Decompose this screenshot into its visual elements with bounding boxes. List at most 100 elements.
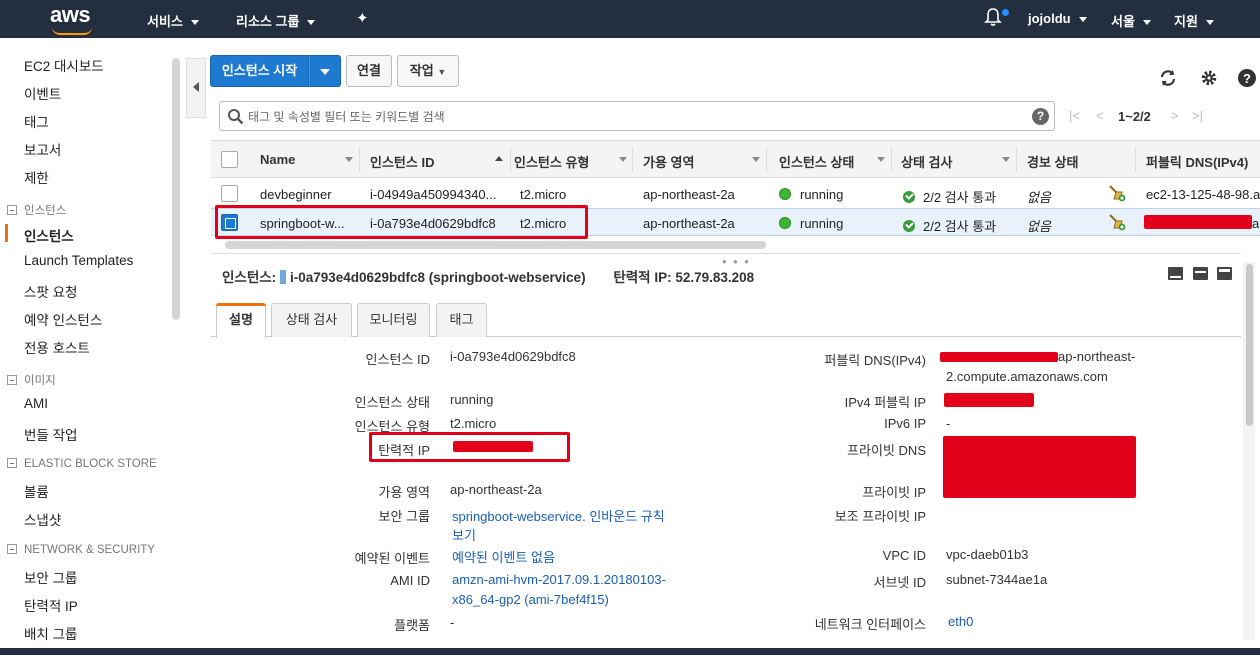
bell-icon[interactable] (984, 7, 1002, 27)
section-label: ELASTIC BLOCK STORE (24, 458, 157, 470)
select-all-checkbox[interactable] (221, 151, 238, 168)
sidebar-section-network-security[interactable]: NETWORK & SECURITY (7, 544, 155, 556)
services-menu[interactable]: 서비스 (147, 11, 199, 30)
detail-scrollbar[interactable] (1246, 264, 1253, 426)
security-group-link[interactable]: springboot-webservice. 인바운드 규칙 (452, 506, 665, 525)
next-page-icon[interactable]: > (1171, 108, 1179, 123)
cell-status-checks: 2/2 검사 통과 (903, 216, 996, 235)
aws-logo[interactable]: aws (50, 2, 91, 28)
chevron-down-icon: ▼ (437, 67, 447, 77)
sidebar-item-spot-requests[interactable]: 스팟 요청 (24, 281, 77, 301)
check-passed-icon (903, 191, 915, 203)
last-page-icon[interactable]: >| (1192, 108, 1203, 123)
services-label: 서비스 (147, 14, 183, 29)
pin-icon[interactable]: ✦ (356, 9, 369, 27)
tab-description[interactable]: 설명 (216, 303, 266, 338)
create-alarm-icon[interactable] (1108, 184, 1126, 202)
launch-instance-button[interactable]: 인스턴스 시작 (210, 55, 309, 87)
tab-status-checks[interactable]: 상태 검사 (271, 303, 352, 337)
check-label: 2/2 검사 통과 (923, 190, 997, 205)
pane-maximize-icon[interactable] (1168, 267, 1183, 280)
region-label: 서울 (1111, 14, 1135, 29)
column-instance-state[interactable]: 인스턴스 상태 (779, 152, 854, 171)
help-icon[interactable]: ? (1237, 68, 1257, 88)
column-instance-type[interactable]: 인스턴스 유형 (514, 152, 589, 171)
sidebar-item-snapshots[interactable]: 스냅샷 (24, 509, 61, 529)
sidebar-item-instances[interactable]: 인스턴스 (24, 225, 74, 245)
sidebar-section-images[interactable]: 이미지 (7, 372, 56, 388)
bottom-bar (0, 648, 1260, 655)
support-menu[interactable]: 지원 (1174, 11, 1214, 30)
value-vpc-id: vpc-daeb01b3 (946, 547, 1029, 562)
security-group-name[interactable]: springboot-webservice (452, 509, 582, 524)
value-public-dns-cont: 2.compute.amazonaws.com (946, 369, 1108, 384)
cell-instance-type: t2.micro (520, 187, 567, 202)
account-menu[interactable]: jojoldu (1028, 11, 1087, 26)
sidebar-item-limits[interactable]: 제한 (24, 167, 49, 187)
sidebar-item-launch-templates[interactable]: Launch Templates (24, 253, 133, 268)
region-menu[interactable]: 서울 (1111, 11, 1151, 30)
collapse-sidebar-button[interactable] (186, 58, 206, 118)
redacted-public-ip (944, 393, 1034, 407)
column-name[interactable]: Name (260, 152, 295, 167)
search-help-icon[interactable]: ? (1032, 108, 1049, 125)
label-instance-id: 인스턴스 ID (365, 352, 430, 367)
sidebar: EC2 대시보드 이벤트 태그 보고서 제한 인스턴스 인스턴스 Launch … (0, 38, 185, 643)
column-divider (1016, 147, 1017, 172)
search-input[interactable]: 태그 및 속성별 필터 또는 키워드별 검색 (248, 108, 445, 125)
sidebar-item-tags[interactable]: 태그 (24, 111, 49, 131)
filter-search-bar[interactable]: 태그 및 속성별 필터 또는 키워드별 검색 ? (219, 101, 1055, 131)
inbound-rules-link-cont[interactable]: 보기 (452, 525, 476, 544)
row-checkbox[interactable] (221, 185, 238, 202)
sidebar-scrollbar[interactable] (172, 58, 180, 320)
column-status-checks[interactable]: 상태 검사 (901, 152, 952, 171)
pane-split-icon[interactable] (1193, 267, 1208, 280)
table-horizontal-scrollbar[interactable] (225, 241, 766, 249)
sidebar-item-events[interactable]: 이벤트 (24, 83, 61, 103)
sidebar-item-placement-groups[interactable]: 배치 그룹 (24, 623, 77, 643)
launch-instance-dropdown[interactable] (309, 55, 341, 87)
column-alarm-status[interactable]: 경보 상태 (1027, 152, 1078, 171)
cell-instance-state: running (779, 216, 843, 231)
sort-asc-icon (495, 156, 503, 161)
column-instance-id[interactable]: 인스턴스 ID (370, 152, 434, 171)
prev-page-icon[interactable]: < (1096, 108, 1104, 123)
label-private-dns: 프라이빗 DNS (847, 443, 926, 458)
sidebar-item-ami[interactable]: AMI (24, 396, 48, 411)
sidebar-item-elastic-ips[interactable]: 탄력적 IP (24, 595, 78, 615)
sidebar-item-volumes[interactable]: 볼륨 (24, 481, 49, 501)
column-public-dns[interactable]: 퍼블릭 DNS(IPv4) (1146, 152, 1248, 171)
sidebar-item-dedicated-hosts[interactable]: 전용 호스트 (24, 337, 90, 357)
detail-pane-divider[interactable] (211, 253, 1241, 254)
ami-link-cont[interactable]: x86_64-gp2 (ami-7bef4f15) (452, 592, 609, 607)
create-alarm-icon[interactable] (1108, 213, 1126, 231)
cell-instance-state: running (779, 187, 843, 202)
sidebar-item-security-groups[interactable]: 보안 그룹 (24, 567, 77, 587)
refresh-icon[interactable] (1158, 68, 1178, 88)
sidebar-item-bundle-tasks[interactable]: 번들 작업 (24, 424, 77, 444)
sort-icon (1002, 157, 1010, 162)
resource-groups-menu[interactable]: 리소스 그룹 (236, 11, 316, 30)
table-row[interactable]: devbeginner i-04949a450994340... t2.micr… (211, 180, 1260, 208)
gear-icon[interactable] (1199, 68, 1219, 88)
chevron-down-icon (1142, 20, 1151, 26)
first-page-icon[interactable]: |< (1069, 108, 1080, 123)
sidebar-item-ec2-dashboard[interactable]: EC2 대시보드 (24, 55, 104, 75)
ami-link[interactable]: amzn-ami-hvm-2017.09.1.20180103- (452, 572, 666, 587)
sidebar-item-reserved-instances[interactable]: 예약 인스턴스 (24, 309, 102, 329)
actions-button[interactable]: 작업 ▼ (397, 55, 459, 87)
column-availability-zone[interactable]: 가용 영역 (643, 152, 694, 171)
resize-handle-icon[interactable]: ● ● ● (722, 257, 751, 266)
network-interface-link[interactable]: eth0 (948, 614, 973, 629)
check-label: 2/2 검사 통과 (923, 219, 997, 234)
sidebar-section-ebs[interactable]: ELASTIC BLOCK STORE (7, 458, 157, 470)
label-public-dns: 퍼블릭 DNS(IPv4) (824, 353, 926, 368)
sidebar-item-reports[interactable]: 보고서 (24, 139, 61, 159)
connect-button[interactable]: 연결 (346, 55, 392, 87)
tab-tags[interactable]: 태그 (436, 303, 487, 337)
sidebar-section-instances[interactable]: 인스턴스 (7, 202, 66, 218)
tab-monitoring[interactable]: 모니터링 (357, 303, 430, 337)
pane-minimize-icon[interactable] (1217, 267, 1232, 280)
scheduled-events-link[interactable]: 예약된 이벤트 없음 (452, 547, 555, 566)
inbound-rules-link[interactable]: 인바운드 규칙 (589, 509, 664, 524)
